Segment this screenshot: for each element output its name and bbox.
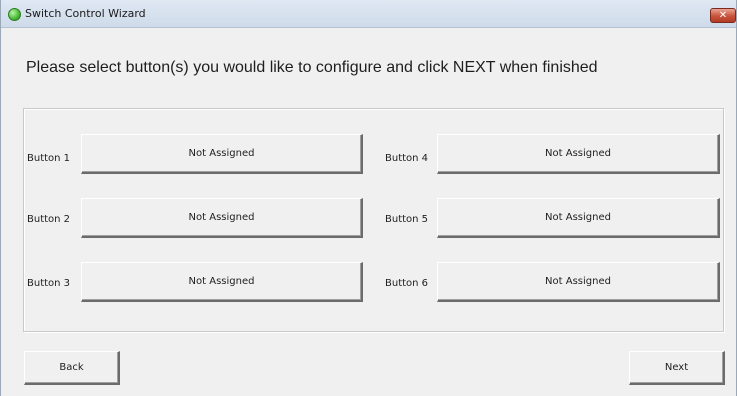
wizard-window: Switch Control Wizard ✕ Please select bu… — [0, 0, 737, 396]
wizard-content: Please select button(s) you would like t… — [1, 28, 736, 396]
button-6-assign[interactable]: Not Assigned — [437, 262, 720, 302]
back-button[interactable]: Back — [24, 351, 120, 385]
close-button[interactable]: ✕ — [710, 8, 736, 23]
button-6-label: Button 6 — [385, 278, 429, 289]
button-1-assign[interactable]: Not Assigned — [81, 134, 363, 174]
next-button[interactable]: Next — [629, 351, 725, 385]
button-1-label: Button 1 — [27, 153, 71, 164]
window-title: Switch Control Wizard — [25, 7, 146, 20]
title-bar: Switch Control Wizard ✕ — [1, 0, 736, 28]
button-2-assign[interactable]: Not Assigned — [81, 198, 363, 238]
button-3-assign[interactable]: Not Assigned — [81, 262, 363, 302]
button-4-label: Button 4 — [385, 153, 429, 164]
button-3-label: Button 3 — [27, 278, 71, 289]
close-icon: ✕ — [718, 10, 728, 21]
button-5-assign[interactable]: Not Assigned — [437, 198, 720, 238]
instruction-text: Please select button(s) you would like t… — [26, 59, 598, 76]
green-orb-icon — [8, 8, 21, 21]
button-2-label: Button 2 — [27, 214, 71, 225]
button-5-label: Button 5 — [385, 214, 429, 225]
button-4-assign[interactable]: Not Assigned — [437, 134, 720, 174]
